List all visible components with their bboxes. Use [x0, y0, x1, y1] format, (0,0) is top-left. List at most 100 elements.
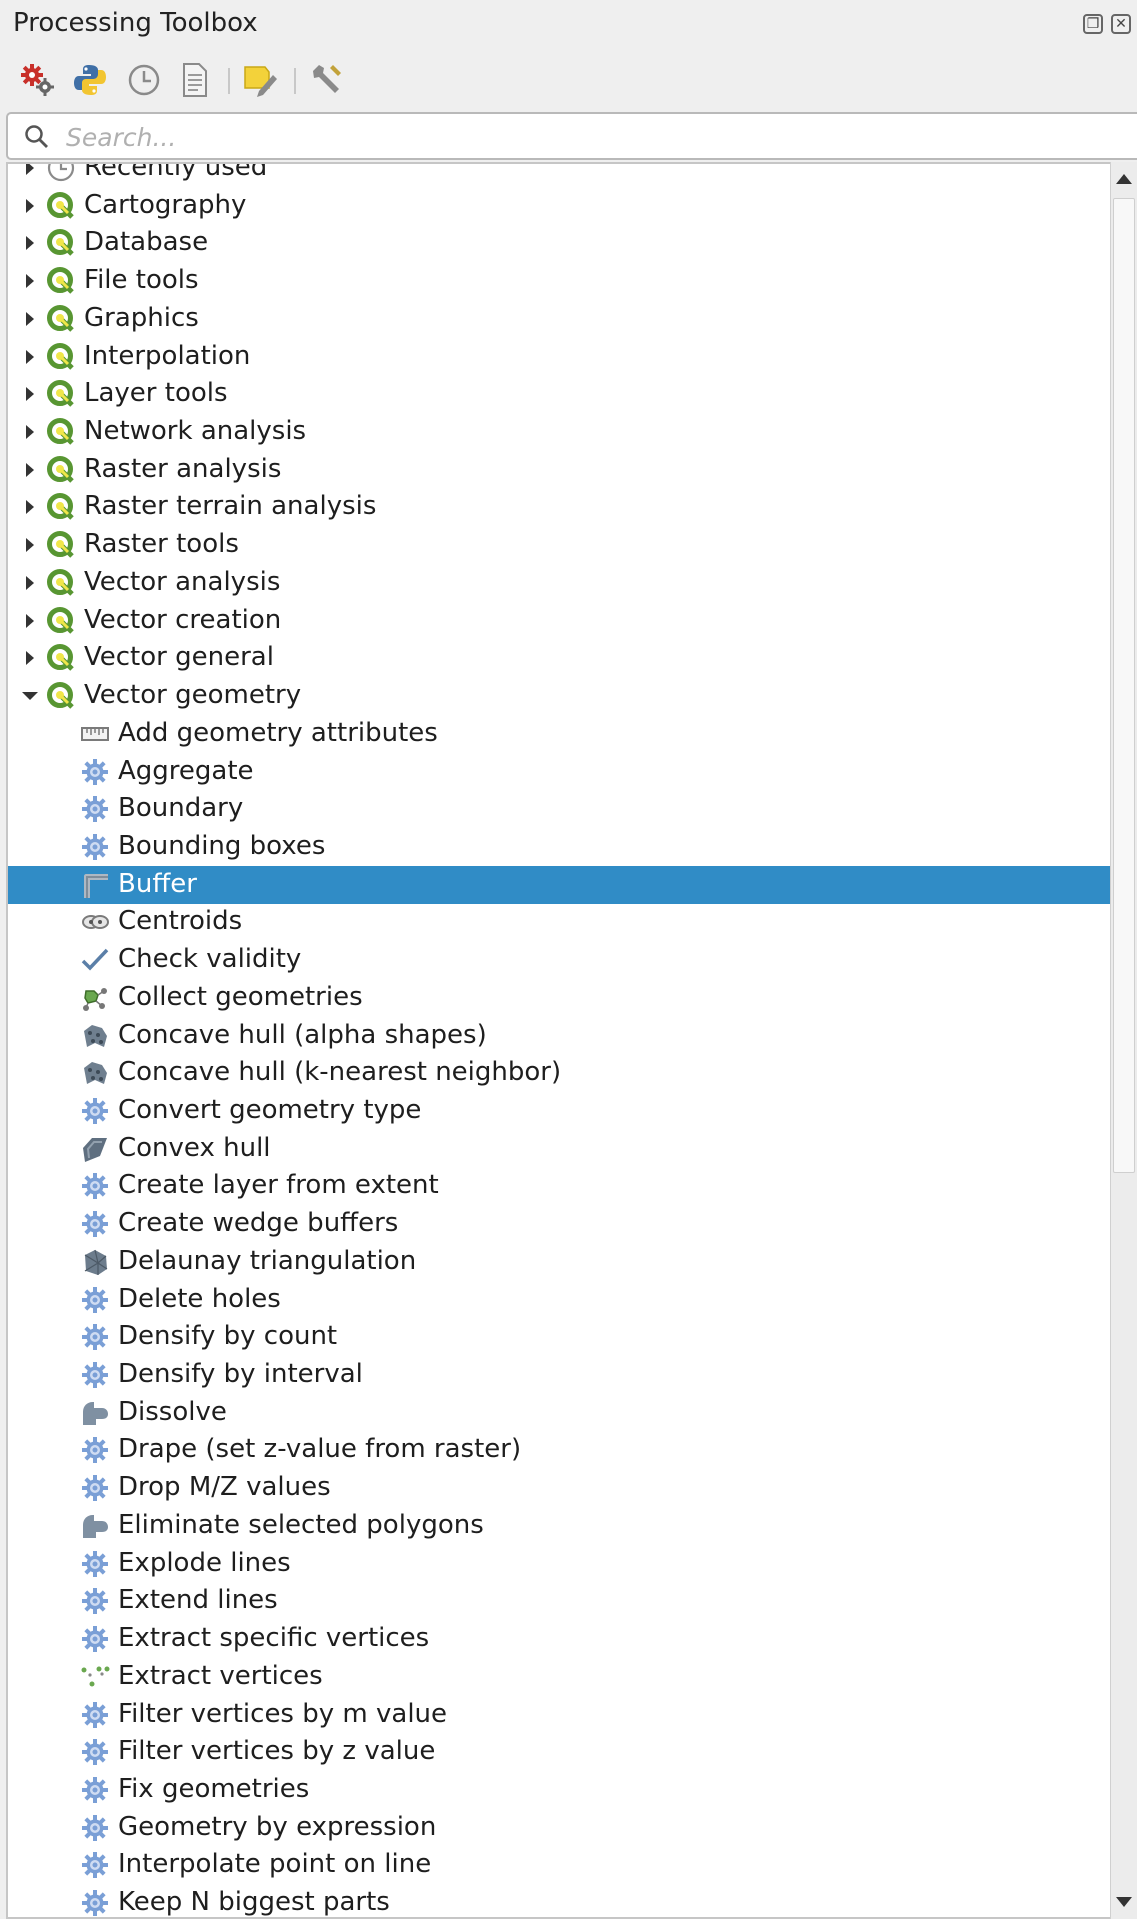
tree-item-label: Layer tools: [84, 378, 228, 409]
tree-item-group[interactable]: Database: [8, 224, 1112, 262]
scrollbar-thumb[interactable]: [1113, 198, 1135, 1173]
tree-item-algorithm[interactable]: Concave hull (alpha shapes): [8, 1017, 1112, 1055]
tree-item-algorithm[interactable]: Filter vertices by z value: [8, 1733, 1112, 1771]
qgis-icon: [46, 191, 76, 221]
tree-item-algorithm[interactable]: Drop M/Z values: [8, 1469, 1112, 1507]
tree-item-label: Database: [84, 227, 209, 258]
results-viewer-icon[interactable]: [175, 60, 215, 100]
tree-item-group[interactable]: Interpolation: [8, 338, 1112, 376]
tree-item-algorithm[interactable]: Densify by count: [8, 1318, 1112, 1356]
close-panel-button[interactable]: ✕: [1111, 14, 1131, 34]
tree-item-algorithm[interactable]: Buffer: [8, 865, 1112, 904]
expand-arrow-icon[interactable]: [26, 575, 34, 590]
gear-icon: [80, 1775, 110, 1805]
tree-item-group[interactable]: Vector geometry: [8, 677, 1112, 715]
tree-item-algorithm[interactable]: Delete holes: [8, 1281, 1112, 1319]
tree-item-algorithm[interactable]: Collect geometries: [8, 979, 1112, 1017]
tree-item-algorithm[interactable]: Fix geometries: [8, 1771, 1112, 1809]
scroll-up-arrow-icon[interactable]: [1116, 174, 1132, 184]
tree-item-label: Vector geometry: [84, 680, 302, 711]
tree-item-algorithm[interactable]: Create wedge buffers: [8, 1205, 1112, 1243]
expand-arrow-icon[interactable]: [26, 425, 34, 440]
tree-item-algorithm[interactable]: Centroids: [8, 903, 1112, 941]
tree-item-algorithm[interactable]: Filter vertices by m value: [8, 1696, 1112, 1734]
qgis-icon: [46, 266, 76, 296]
tree-item-algorithm[interactable]: Bounding boxes: [8, 828, 1112, 866]
models-icon[interactable]: [18, 60, 58, 100]
collapse-arrow-icon[interactable]: [22, 692, 38, 701]
tree-item-group[interactable]: Vector analysis: [8, 564, 1112, 602]
qgis-icon: [46, 492, 76, 522]
qgis-icon: [46, 568, 76, 598]
expand-arrow-icon[interactable]: [26, 198, 34, 213]
tree-item-label: Vector analysis: [84, 566, 281, 597]
python-scripts-icon[interactable]: [70, 60, 110, 100]
tree-item-label: Densify by interval: [118, 1359, 363, 1390]
tree-item-algorithm[interactable]: Check validity: [8, 941, 1112, 979]
tree-item-algorithm[interactable]: Geometry by expression: [8, 1809, 1112, 1847]
options-icon[interactable]: [306, 60, 346, 100]
expand-arrow-icon[interactable]: [26, 164, 34, 175]
tree-item-algorithm[interactable]: Drape (set z-value from raster): [8, 1431, 1112, 1469]
tree-item-group[interactable]: Raster terrain analysis: [8, 488, 1112, 526]
tree-item-algorithm[interactable]: Dissolve: [8, 1394, 1112, 1432]
tree-item-group[interactable]: Raster tools: [8, 526, 1112, 564]
tree-item-algorithm[interactable]: Densify by interval: [8, 1356, 1112, 1394]
delaunay-icon: [80, 1247, 110, 1277]
tree-item-group[interactable]: File tools: [8, 262, 1112, 300]
tree-item-label: Interpolate point on line: [118, 1849, 432, 1880]
expand-arrow-icon[interactable]: [26, 349, 34, 364]
tree-item-label: Raster tools: [84, 529, 239, 560]
buffer-icon: [80, 870, 110, 900]
expand-arrow-icon[interactable]: [26, 236, 34, 251]
tree-item-group[interactable]: Vector creation: [8, 602, 1112, 640]
tree-item-algorithm[interactable]: Extend lines: [8, 1582, 1112, 1620]
history-icon[interactable]: [124, 60, 164, 100]
tree-item-algorithm[interactable]: Explode lines: [8, 1545, 1112, 1583]
tree-item-group[interactable]: Vector general: [8, 639, 1112, 677]
expand-arrow-icon[interactable]: [26, 500, 34, 515]
tree-item-group[interactable]: Recently used: [8, 164, 1112, 187]
tree-item-algorithm[interactable]: Add geometry attributes: [8, 715, 1112, 753]
tree-item-algorithm[interactable]: Interpolate point on line: [8, 1846, 1112, 1884]
tree-item-algorithm[interactable]: Convert geometry type: [8, 1092, 1112, 1130]
expand-arrow-icon[interactable]: [26, 274, 34, 289]
tree-item-group[interactable]: Raster analysis: [8, 451, 1112, 489]
tree-item-label: Network analysis: [84, 416, 307, 447]
expand-arrow-icon[interactable]: [26, 311, 34, 326]
expand-arrow-icon[interactable]: [26, 387, 34, 402]
convex-hull-icon: [80, 1134, 110, 1164]
expand-arrow-icon[interactable]: [26, 462, 34, 477]
tree-item-label: Raster analysis: [84, 453, 282, 484]
tree-item-group[interactable]: Network analysis: [8, 413, 1112, 451]
tree-item-label: Extract vertices: [118, 1660, 323, 1691]
tree-item-label: Raster terrain analysis: [84, 491, 377, 522]
qgis-icon: [46, 455, 76, 485]
tree-item-algorithm[interactable]: Aggregate: [8, 753, 1112, 791]
expand-arrow-icon[interactable]: [26, 538, 34, 553]
clock-icon: [46, 164, 76, 183]
tree-item-label: Eliminate selected polygons: [118, 1509, 484, 1540]
checkmark-icon: [80, 945, 110, 975]
tree-item-algorithm[interactable]: Create layer from extent: [8, 1167, 1112, 1205]
tree-item-group[interactable]: Graphics: [8, 300, 1112, 338]
tree-item-group[interactable]: Cartography: [8, 187, 1112, 225]
scroll-down-arrow-icon[interactable]: [1116, 1897, 1132, 1907]
search-input[interactable]: [64, 120, 1128, 154]
tree-item-algorithm[interactable]: Eliminate selected polygons: [8, 1507, 1112, 1545]
tree-item-algorithm[interactable]: Convex hull: [8, 1130, 1112, 1168]
tree-item-label: Filter vertices by z value: [118, 1736, 436, 1767]
tree-item-algorithm[interactable]: Extract specific vertices: [8, 1620, 1112, 1658]
float-panel-button[interactable]: ❐: [1083, 14, 1103, 34]
tree-item-algorithm[interactable]: Delaunay triangulation: [8, 1243, 1112, 1281]
edit-features-in-place-icon[interactable]: [240, 60, 280, 100]
tree-item-algorithm[interactable]: Keep N biggest parts: [8, 1884, 1112, 1917]
vertical-scrollbar[interactable]: [1110, 162, 1137, 1919]
expand-arrow-icon[interactable]: [26, 613, 34, 628]
tree-item-algorithm[interactable]: Boundary: [8, 790, 1112, 828]
expand-arrow-icon[interactable]: [26, 651, 34, 666]
tree-item-group[interactable]: Layer tools: [8, 375, 1112, 413]
tree-item-algorithm[interactable]: Extract vertices: [8, 1658, 1112, 1696]
tree-item-algorithm[interactable]: Concave hull (k-nearest neighbor): [8, 1054, 1112, 1092]
concave-hull-icon: [80, 1058, 110, 1088]
